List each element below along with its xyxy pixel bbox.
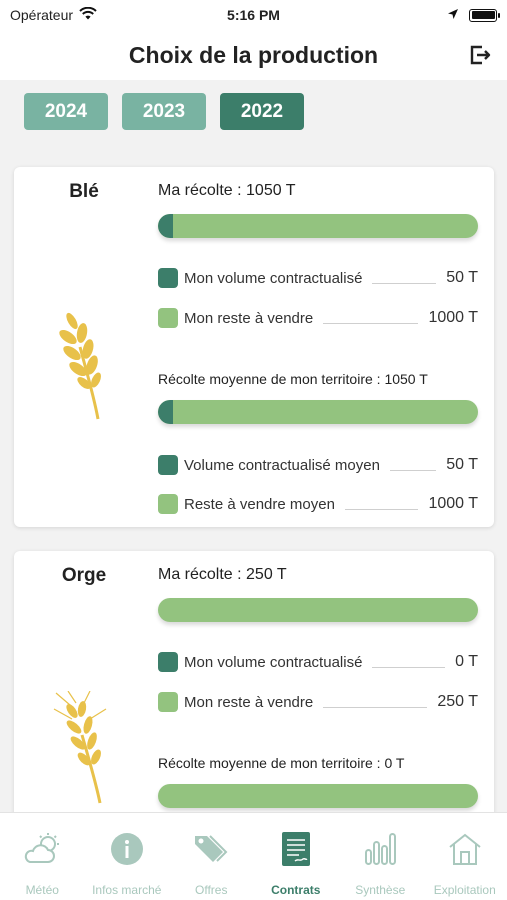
chart-icon [360, 829, 400, 869]
crop-name: Orge [61, 565, 107, 586]
legend-label: Mon volume contractualisé [184, 269, 363, 287]
tab-contrats[interactable]: Contrats [254, 813, 339, 900]
legend-my-remaining: Mon reste à vendre 1000 T [158, 307, 478, 329]
tab-bar: Météo Infos marché Offres Contrats Synth… [0, 812, 507, 900]
legend-label: Reste à vendre moyen [184, 495, 335, 513]
wifi-icon [79, 6, 97, 23]
tab-label: Exploitation [433, 883, 496, 897]
tab-label: Contrats [271, 883, 321, 897]
harvest-title: Ma récolte : 250 T [158, 566, 287, 583]
status-bar: Opérateur 5:16 PM [0, 0, 507, 30]
legend-label: Volume contractualisé moyen [184, 456, 380, 474]
contract-icon [276, 829, 316, 869]
harvest-progress-bar [158, 214, 478, 238]
tab-meteo[interactable]: Météo [0, 813, 85, 900]
year-selector: 2024 2023 2022 [24, 93, 304, 130]
legend-label: Mon reste à vendre [184, 309, 314, 327]
contracted-swatch [158, 268, 178, 288]
tab-synthese[interactable]: Synthèse [338, 813, 423, 900]
legend-my-contracted: Mon volume contractualisé 50 T [158, 267, 478, 289]
year-button-2023[interactable]: 2023 [122, 93, 206, 130]
legend-avg-contracted: Volume contractualisé moyen 50 T [158, 454, 478, 476]
tab-label: Synthèse [355, 883, 406, 897]
year-button-2022[interactable]: 2022 [220, 93, 304, 130]
legend-value: 50 T [446, 456, 478, 473]
crop-card-ble: Blé Ma récolte : 1050 T Mon volume contr… [14, 167, 494, 527]
remaining-swatch [158, 494, 178, 514]
legend-my-contracted: Mon volume contractualisé 0 T [158, 651, 478, 673]
legend-value: 50 T [446, 269, 478, 286]
harvest-progress-bar [158, 598, 478, 622]
wheat-icon [59, 312, 101, 420]
barley-icon [53, 691, 107, 804]
territory-title: Récolte moyenne de mon territoire : 1050… [158, 371, 428, 387]
territory-progress-bar [158, 400, 478, 424]
legend-value: 0 T [455, 653, 478, 670]
contracted-swatch [158, 455, 178, 475]
legend-value: 1000 T [428, 309, 478, 326]
tab-infos-marche[interactable]: Infos marché [85, 813, 170, 900]
tab-offres[interactable]: Offres [169, 813, 254, 900]
farm-icon [445, 829, 485, 869]
legend-label: Mon reste à vendre [184, 693, 314, 711]
logout-button[interactable] [465, 40, 495, 70]
page-title: Choix de la production [128, 41, 379, 68]
info-icon [107, 829, 147, 869]
carrier-label: Opérateur [10, 7, 74, 23]
legend-my-remaining: Mon reste à vendre 250 T [158, 691, 478, 713]
tab-label: Offres [195, 883, 228, 897]
weather-icon [22, 829, 62, 869]
tab-label: Météo [25, 883, 59, 897]
harvest-title: Ma récolte : 1050 T [158, 182, 296, 199]
remaining-swatch [158, 308, 178, 328]
crop-name: Blé [69, 181, 99, 202]
crop-card-orge: Orge Ma récolte : 250 T Mon volume contr… [14, 551, 494, 851]
logout-icon [470, 45, 491, 65]
territory-progress-bar [158, 784, 478, 808]
header: Choix de la production [0, 30, 507, 80]
tags-icon [191, 829, 231, 869]
location-icon [447, 7, 459, 23]
contracted-swatch [158, 652, 178, 672]
year-button-2024[interactable]: 2024 [24, 93, 108, 130]
tab-exploitation[interactable]: Exploitation [423, 813, 507, 900]
remaining-swatch [158, 692, 178, 712]
legend-value: 250 T [437, 693, 478, 710]
legend-value: 1000 T [428, 495, 478, 512]
harvest-contracted-fill [158, 214, 174, 238]
battery-icon [469, 8, 500, 22]
tab-label: Infos marché [92, 883, 162, 897]
legend-avg-remaining: Reste à vendre moyen 1000 T [158, 493, 478, 515]
legend-label: Mon volume contractualisé [184, 653, 363, 671]
territory-contracted-fill [158, 400, 174, 424]
territory-title: Récolte moyenne de mon territoire : 0 T [158, 755, 405, 771]
